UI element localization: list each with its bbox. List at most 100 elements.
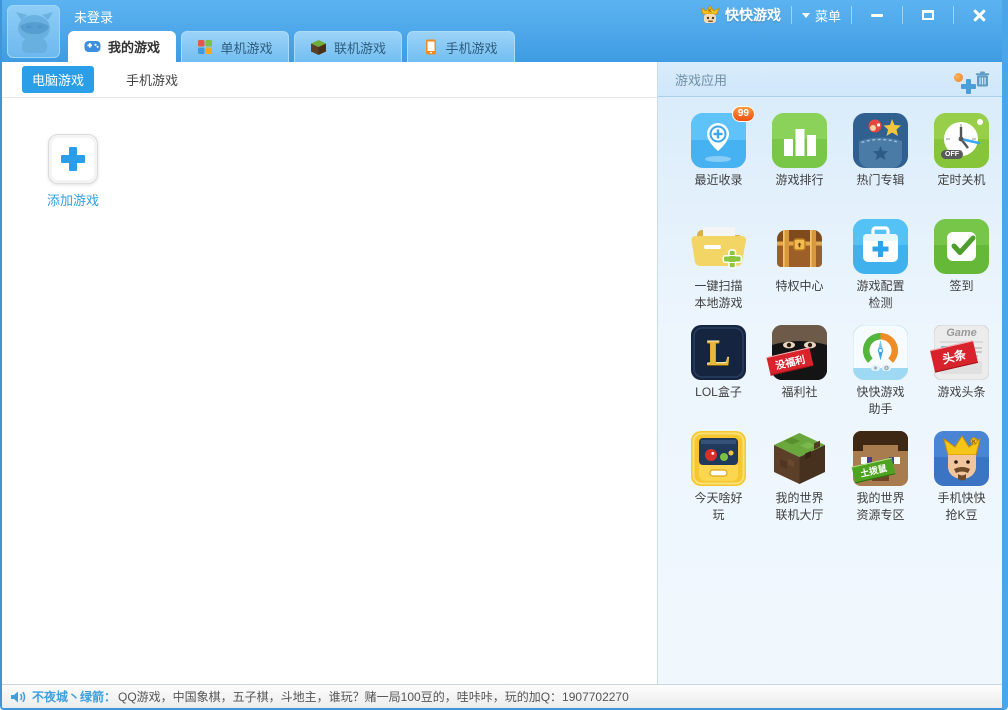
app-label: LOL盒子	[695, 385, 742, 399]
divider	[953, 6, 954, 24]
menu-button[interactable]: 菜单	[801, 6, 841, 25]
apps-panel-header: 游戏应用	[658, 62, 1002, 97]
grass-block-icon	[310, 39, 326, 55]
apps-grid: 99 最近收录 游戏排行 热门专辑 OFF 定时关机 一键扫描 本地游戏 特权中…	[658, 97, 1002, 537]
gamepad-icon	[84, 41, 101, 52]
chevron-down-icon	[801, 12, 810, 18]
divider	[902, 6, 903, 24]
brand-name: 快快游戏	[724, 7, 781, 23]
svg-text:K: K	[708, 9, 712, 15]
app-recent-additions[interactable]: 99 最近收录	[678, 106, 759, 219]
lol-letter: L	[706, 332, 731, 373]
app-label: 签到	[949, 279, 974, 293]
close-button[interactable]	[964, 4, 994, 26]
app-label: 我的世界 资源专区	[856, 491, 905, 522]
welfare-club-icon: 没福利	[766, 325, 827, 380]
plus-icon	[61, 147, 85, 171]
maximize-button[interactable]	[913, 4, 943, 26]
app-label: 游戏头条	[937, 385, 986, 399]
tab-my-games[interactable]: 我的游戏	[68, 31, 176, 62]
colored-squares-icon	[198, 40, 213, 54]
add-game-label: 添加游戏	[46, 193, 99, 208]
app-label: 特权中心	[775, 279, 824, 293]
trash-icon[interactable]	[975, 71, 990, 87]
app-lol-box[interactable]: L LOL盒子	[678, 325, 759, 431]
app-label: 我的世界 联机大厅	[775, 491, 824, 522]
app-label: 一键扫描 本地游戏	[694, 279, 743, 310]
phone-icon	[426, 39, 437, 55]
tab-online-games[interactable]: 联机游戏	[294, 31, 402, 62]
app-welfare-club[interactable]: 没福利 福利社	[759, 325, 840, 431]
minimize-icon	[871, 13, 883, 17]
hot-albums-icon	[853, 113, 908, 168]
status-message: QQ游戏，中国象棋，五子棋，斗地主，谁玩？赌一局100豆的，哇咔咔，玩的加Q：1…	[118, 690, 629, 704]
subtab-mobile-games[interactable]: 手机游戏	[116, 66, 188, 93]
login-status[interactable]: 未登录	[74, 7, 113, 26]
app-label: 手机快快 抢K豆	[937, 491, 986, 522]
game-rankings-icon	[772, 113, 827, 168]
brand-crown-icon: K	[700, 5, 720, 23]
notification-dot-icon	[954, 73, 963, 82]
tab-label: 我的游戏	[107, 40, 160, 55]
my-games-panel: 电脑游戏 手机游戏 添加游戏	[2, 62, 657, 684]
divider	[851, 6, 852, 24]
games-list-area: 添加游戏	[2, 98, 657, 684]
minimize-button[interactable]	[862, 4, 892, 26]
app-game-helper[interactable]: 快快游戏 助手	[840, 325, 921, 431]
recent-additions-icon: 99	[691, 106, 755, 168]
app-label: 游戏配置 检测	[856, 279, 905, 310]
app-mobile-kdou[interactable]: K 手机快快 抢K豆	[921, 431, 1002, 537]
app-privilege-center[interactable]: 特权中心	[759, 219, 840, 325]
app-hot-albums[interactable]: 热门专辑	[840, 113, 921, 219]
tab-label: 手机游戏	[445, 40, 498, 56]
apps-panel-title: 游戏应用	[675, 72, 728, 88]
app-label: 定时关机	[937, 173, 986, 187]
mobile-kdou-icon: K	[934, 431, 989, 486]
game-masthead-text: Game	[946, 327, 977, 339]
app-game-headlines[interactable]: Game 头条 游戏头条	[921, 325, 1002, 431]
app-label: 今天啥好 玩	[694, 491, 743, 522]
app-minecraft-resources[interactable]: 土拨鼠 我的世界 资源专区	[840, 431, 921, 537]
tab-label: 单机游戏	[220, 40, 273, 56]
avatar[interactable]	[7, 5, 60, 58]
app-scheduled-shutdown[interactable]: OFF 定时关机	[921, 113, 1002, 219]
config-check-icon	[853, 219, 908, 274]
scheduled-shutdown-icon: OFF	[934, 113, 989, 168]
app-whats-fun-today[interactable]: 今天啥好 玩	[678, 431, 759, 537]
privilege-center-icon	[772, 219, 827, 274]
scan-local-games-icon	[691, 219, 746, 274]
maximize-icon	[922, 10, 934, 20]
statusbar: 不夜城丶绿箭： QQ游戏，中国象棋，五子棋，斗地主，谁玩？赌一局100豆的，哇咔…	[2, 684, 1002, 708]
app-minecraft-lobby[interactable]: 我的世界 联机大厅	[759, 431, 840, 537]
subtab-pc-games[interactable]: 电脑游戏	[22, 66, 95, 93]
off-toggle-label: OFF	[941, 150, 963, 159]
speaker-icon[interactable]	[10, 690, 26, 704]
app-label: 福利社	[781, 385, 818, 399]
game-headlines-icon: Game 头条	[929, 325, 989, 380]
check-in-icon	[934, 219, 989, 274]
tab-mobile-games[interactable]: 手机游戏	[407, 31, 515, 62]
app-config-check[interactable]: 游戏配置 检测	[840, 219, 921, 325]
divider	[790, 6, 792, 24]
minecraft-lobby-icon	[772, 431, 827, 486]
main-tabs: 我的游戏 单机游戏 联机游戏 手机游戏	[68, 31, 515, 62]
game-helper-icon	[853, 325, 908, 380]
app-check-in[interactable]: 签到	[921, 219, 1002, 325]
app-scan-local-games[interactable]: 一键扫描 本地游戏	[678, 219, 759, 325]
close-icon	[973, 9, 986, 22]
recent-count-badge: 99	[731, 106, 755, 122]
tab-singleplayer-games[interactable]: 单机游戏	[181, 31, 289, 62]
titlebar: 未登录 K 快快游戏 菜单 我的游戏 单机游戏 联机游戏 手机游戏	[2, 0, 1002, 62]
app-game-rankings[interactable]: 游戏排行	[759, 113, 840, 219]
app-window: 未登录 K 快快游戏 菜单 我的游戏 单机游戏 联机游戏 手机游戏 电脑游戏 手…	[0, 0, 1008, 710]
menu-label: 菜单	[814, 8, 841, 24]
app-label: 快快游戏 助手	[856, 385, 905, 416]
tab-label: 联机游戏	[333, 40, 386, 56]
app-label: 热门专辑	[856, 173, 905, 187]
status-nickname: 不夜城丶绿箭：	[32, 690, 117, 704]
subtab-bar: 电脑游戏 手机游戏	[2, 62, 657, 98]
svg-text:K: K	[972, 439, 976, 445]
app-label: 游戏排行	[775, 173, 824, 187]
brand-area: K 快快游戏 菜单	[700, 0, 994, 30]
add-game-button[interactable]: 添加游戏	[44, 134, 102, 209]
